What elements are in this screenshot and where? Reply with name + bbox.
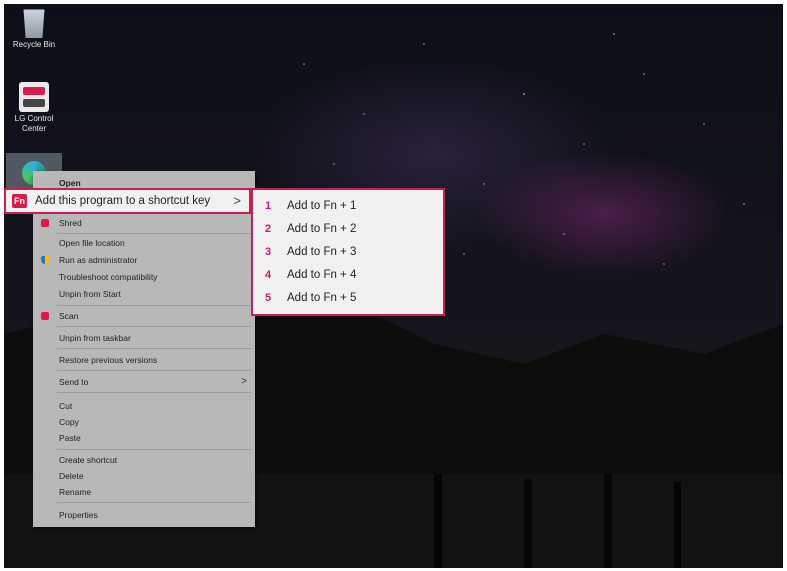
submenu-item-label: Add to Fn + 3 [287, 246, 357, 258]
menu-item-shred[interactable]: Shred [33, 216, 255, 230]
menu-item-label: Restore previous versions [59, 355, 158, 365]
menu-item-label: Create shortcut [59, 455, 118, 465]
menu-item-label: Scan [59, 311, 79, 321]
menu-separator [57, 348, 251, 349]
chevron-right-icon: > [241, 376, 247, 387]
menu-item-label: Troubleshoot compatibility [59, 272, 158, 282]
menu-separator [57, 449, 251, 450]
menu-separator [57, 233, 251, 234]
submenu-item-fn4[interactable]: 4 Add to Fn + 4 [265, 266, 356, 284]
menu-separator [57, 502, 251, 503]
menu-item-rename[interactable]: Rename [33, 485, 255, 499]
menu-item-unpin-taskbar[interactable]: Unpin from taskbar [33, 331, 255, 345]
scan-icon [41, 312, 49, 320]
menu-item-label: Paste [59, 433, 81, 443]
menu-item-properties[interactable]: Properties [33, 508, 255, 522]
number-badge: 4 [265, 269, 272, 281]
menu-item-shred-label: Shred [59, 218, 82, 228]
submenu-item-fn5[interactable]: 5 Add to Fn + 5 [265, 289, 356, 307]
menu-item-label: Run as administrator [59, 255, 138, 265]
menu-item-label: Rename [59, 487, 92, 497]
submenu-item-fn2[interactable]: 2 Add to Fn + 2 [265, 220, 356, 238]
number-badge: 3 [265, 246, 272, 258]
menu-item-open-file-location[interactable]: Open file location [33, 236, 255, 250]
menu-item-paste[interactable]: Paste [33, 431, 255, 445]
menu-item-label: Delete [59, 471, 84, 481]
menu-item-copy[interactable]: Copy [33, 415, 255, 429]
menu-item-restore-versions[interactable]: Restore previous versions [33, 353, 255, 367]
desktop-icon-recycle-bin[interactable]: Recycle Bin [4, 8, 64, 50]
add-shortcut-key-label: Add this program to a shortcut key [35, 195, 211, 207]
fn-key-icon: Fn [12, 194, 27, 208]
menu-item-label: Unpin from Start [59, 289, 121, 299]
menu-item-send-to[interactable]: Send to > [33, 375, 255, 389]
recycle-bin-icon [23, 9, 45, 38]
submenu-item-label: Add to Fn + 2 [287, 223, 357, 235]
submenu-item-fn1[interactable]: 1 Add to Fn + 1 [265, 197, 356, 215]
menu-item-scan[interactable]: Scan [33, 309, 255, 323]
menu-item-cut[interactable]: Cut [33, 399, 255, 413]
number-badge: 1 [265, 200, 272, 212]
menu-separator [57, 326, 251, 327]
submenu-item-fn3[interactable]: 3 Add to Fn + 3 [265, 243, 356, 261]
menu-item-delete[interactable]: Delete [33, 469, 255, 483]
menu-separator [57, 392, 251, 393]
menu-item-label: Open file location [59, 238, 125, 248]
menu-item-label: Unpin from taskbar [59, 333, 131, 343]
menu-separator [57, 305, 251, 306]
menu-item-create-shortcut[interactable]: Create shortcut [33, 453, 255, 467]
menu-item-label: Cut [59, 401, 73, 411]
chevron-right-icon: > [233, 193, 241, 208]
menu-item-label: Copy [59, 417, 79, 427]
lg-control-center-icon [19, 82, 49, 112]
submenu-item-label: Add to Fn + 4 [287, 269, 357, 281]
menu-item-troubleshoot[interactable]: Troubleshoot compatibility [33, 270, 255, 284]
lg-control-center-label: LG Control Center [14, 114, 54, 133]
menu-item-label: Send to [59, 377, 89, 387]
menu-item-run-as-admin[interactable]: Run as administrator [33, 253, 255, 267]
desktop-icon-lg-control-center[interactable]: LG Control Center [4, 82, 64, 134]
submenu-item-label: Add to Fn + 1 [287, 200, 357, 212]
recycle-bin-label: Recycle Bin [12, 40, 56, 49]
menu-item-unpin-start[interactable]: Unpin from Start [33, 287, 255, 301]
menu-item-add-shortcut-key[interactable]: Fn Add this program to a shortcut key > [4, 188, 251, 214]
shield-icon [41, 256, 49, 264]
menu-item-label: Properties [59, 510, 98, 520]
number-badge: 2 [265, 223, 272, 235]
number-badge: 5 [265, 292, 272, 304]
shortcut-submenu: 1 Add to Fn + 1 2 Add to Fn + 2 3 Add to Fn… [251, 188, 445, 316]
menu-separator [57, 370, 251, 371]
context-menu: Open Shred Open file location Run as adm… [33, 171, 255, 527]
shred-icon [41, 219, 49, 227]
submenu-item-label: Add to Fn + 5 [287, 292, 357, 304]
